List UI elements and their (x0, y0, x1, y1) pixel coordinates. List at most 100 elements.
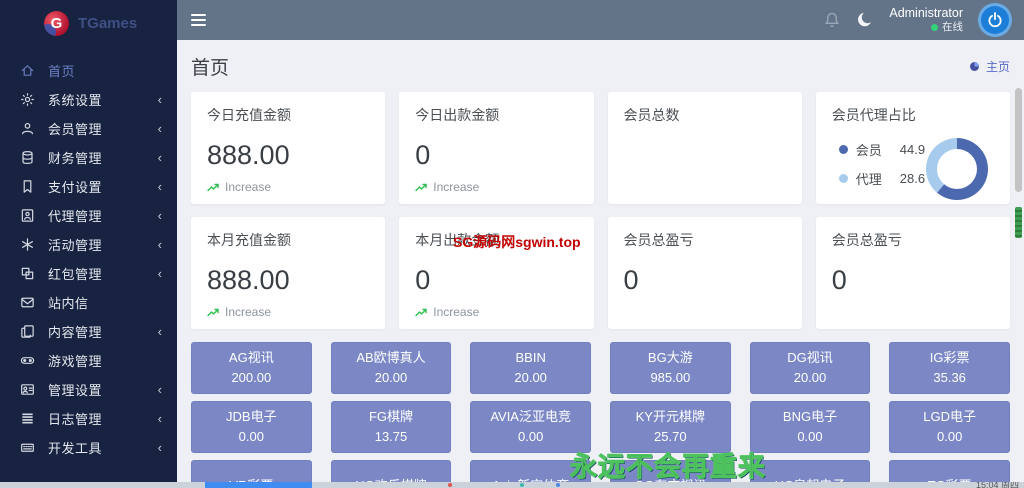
stat-card-title: 本月充值金额 (207, 230, 369, 250)
sidebar-item-database[interactable]: 财务管理‹ (0, 143, 177, 172)
sidebar-item-label: 开发工具 (48, 438, 158, 457)
game-button[interactable]: BNG电子 0.00 (750, 401, 871, 453)
admin-account[interactable]: Administrator 在线 (889, 6, 963, 35)
home-icon (19, 63, 35, 79)
sidebar-item-content[interactable]: 内容管理‹ (0, 317, 177, 346)
cogs-icon (19, 92, 35, 108)
sidebar-item-label: 首页 (48, 61, 162, 80)
taskbar-dot-icon (520, 483, 524, 487)
sidebar-item-bookmark[interactable]: 支付设置‹ (0, 172, 177, 201)
game-balance: 13.75 (375, 427, 408, 447)
sidebar-item-label: 管理设置 (48, 380, 158, 399)
admin-name: Administrator (889, 6, 963, 22)
stat-card: 会员总数 (608, 92, 802, 204)
scrollbar-thumb[interactable] (1015, 88, 1022, 192)
game-name: AG视讯 (229, 348, 274, 368)
bell-icon[interactable] (823, 11, 841, 29)
header-right: Administrator 在线 (823, 3, 1024, 37)
trend-up-icon (415, 181, 428, 194)
stat-card-value: 888.00 (207, 265, 369, 296)
stat-card: 今日出款金额 0 Increase (399, 92, 593, 204)
sidebar-menu: 首页 系统设置‹ 会员管理‹ 财务管理‹ 支付设置‹ 代理管理‹ 活动管理‹ 红… (0, 46, 177, 462)
legend-item: 代理 28.6 (839, 169, 926, 188)
game-button[interactable]: BBIN 20.00 (470, 342, 591, 394)
sidebar-item-mail[interactable]: 站内信 (0, 288, 177, 317)
sidebar-item-label: 系统设置 (48, 90, 158, 109)
user-icon (19, 121, 35, 137)
sidebar-item-label: 会员管理 (48, 119, 158, 138)
stat-card-footer: Increase (207, 305, 271, 319)
taskbar-clock: 15:04 周四 (976, 482, 1019, 488)
log-icon (19, 411, 35, 427)
game-button[interactable]: AB欧博真人 20.00 (331, 342, 452, 394)
sidebar-item-devtools[interactable]: 开发工具‹ (0, 433, 177, 462)
sidebar-item-agent[interactable]: 代理管理‹ (0, 201, 177, 230)
power-icon (986, 11, 1004, 29)
stat-card-value: 0 (415, 140, 577, 171)
sidebar-item-label: 红包管理 (48, 264, 158, 283)
legend-label: 会员 (856, 140, 882, 159)
stat-card-title: 会员总盈亏 (832, 230, 994, 250)
sidebar-item-idcard[interactable]: 管理设置‹ (0, 375, 177, 404)
breadcrumb-label: 主页 (986, 58, 1010, 75)
tgames-logo-icon: G (44, 11, 69, 36)
stat-card-title: 会员总盈亏 (624, 230, 786, 250)
top-header: Administrator 在线 (177, 0, 1024, 40)
game-name: FG棋牌 (369, 407, 413, 427)
donut-hole (937, 149, 977, 189)
game-button[interactable]: BG大游 985.00 (610, 342, 731, 394)
game-button[interactable]: LGD电子 0.00 (889, 401, 1010, 453)
legend-dot-icon (839, 145, 848, 154)
stat-card-value: 888.00 (207, 140, 369, 171)
legend-label: 代理 (856, 169, 882, 188)
game-button[interactable]: DG视讯 20.00 (750, 342, 871, 394)
sidebar-item-label: 代理管理 (48, 206, 158, 225)
stat-card-title: 会员代理占比 (832, 105, 994, 125)
game-name: KY开元棋牌 (636, 407, 705, 427)
online-dot-icon (931, 24, 938, 31)
avatar[interactable] (978, 3, 1012, 37)
game-name: LGD电子 (923, 407, 976, 427)
game-button[interactable]: JDB电子 0.00 (191, 401, 312, 453)
stat-card: 今日充值金额 888.00 Increase (191, 92, 385, 204)
sidebar-item-redpacket[interactable]: 红包管理‹ (0, 259, 177, 288)
activity-icon (19, 237, 35, 253)
app-logo[interactable]: G TGames (0, 0, 177, 46)
chevron-left-icon: ‹ (158, 267, 162, 280)
chevron-left-icon: ‹ (158, 412, 162, 425)
game-name: DG视讯 (787, 348, 833, 368)
game-name: BG大游 (648, 348, 693, 368)
content-icon (19, 324, 35, 340)
trend-label: Increase (433, 180, 479, 194)
main-content: 首页 主页 今日充值金额 888.00 Increase今日出款金额 0 Inc… (177, 40, 1024, 488)
game-icon (19, 353, 35, 369)
legend-dot-icon (839, 174, 848, 183)
sidebar-item-home[interactable]: 首页 (0, 56, 177, 85)
sidebar-item-user[interactable]: 会员管理‹ (0, 114, 177, 143)
breadcrumb[interactable]: 主页 (968, 58, 1010, 75)
stat-cards-row-1: 今日充值金额 888.00 Increase今日出款金额 0 Increase会… (191, 92, 1010, 204)
admin-dashboard: G TGames 首页 系统设置‹ 会员管理‹ 财务管理‹ 支付设置‹ 代理管理… (0, 0, 1024, 488)
stat-cards-row-2: 本月充值金额 888.00 Increase本月出款金额 0 Increase会… (191, 217, 1010, 329)
sidebar-item-log[interactable]: 日志管理‹ (0, 404, 177, 433)
donut-chart-card: 会员代理占比 会员 44.9 代理 28.6 (816, 92, 1010, 204)
taskbar-active-app[interactable] (205, 482, 312, 488)
game-name: JDB电子 (226, 407, 277, 427)
game-name: BNG电子 (783, 407, 837, 427)
stat-card: 会员总盈亏 0 (608, 217, 802, 329)
mail-icon (19, 295, 35, 311)
stat-card: 本月充值金额 888.00 Increase (191, 217, 385, 329)
sidebar-item-cogs[interactable]: 系统设置‹ (0, 85, 177, 114)
sidebar-item-label: 日志管理 (48, 409, 158, 428)
moon-icon[interactable] (856, 11, 874, 29)
trend-label: Increase (225, 305, 271, 319)
chevron-left-icon: ‹ (158, 209, 162, 222)
game-button[interactable]: FG棋牌 13.75 (331, 401, 452, 453)
stat-card-title: 今日出款金额 (415, 105, 577, 125)
sidebar-item-activity[interactable]: 活动管理‹ (0, 230, 177, 259)
app-title: TGames (78, 15, 137, 32)
game-button[interactable]: IG彩票 35.36 (889, 342, 1010, 394)
game-button[interactable]: AG视讯 200.00 (191, 342, 312, 394)
sidebar-item-game[interactable]: 游戏管理 (0, 346, 177, 375)
hamburger-menu-icon[interactable] (177, 0, 219, 40)
